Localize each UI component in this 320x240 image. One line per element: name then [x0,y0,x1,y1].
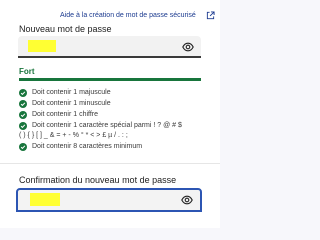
password-strength-bar [19,78,201,81]
password-requirement-text: Doit contenir 1 caractère spécial parmi … [32,122,182,129]
password-requirements-list: Doit contenir 1 majuscule Doit contenir 1… [19,88,214,153]
check-circle-icon [19,111,27,119]
password-help-link-label: Aide à la création de mot de passe sécur… [60,12,196,19]
check-circle-icon [19,143,27,151]
new-password-input[interactable] [18,36,201,58]
show-password-icon[interactable] [182,42,194,52]
check-circle-icon [19,89,27,97]
section-divider [0,163,220,164]
password-requirement-text: Doit contenir 1 majuscule [32,89,111,96]
password-card: Aide à la création de mot de passe sécur… [0,0,220,228]
password-requirement-item: Doit contenir 1 chiffre [19,110,214,120]
new-password-label: Nouveau mot de passe [19,24,112,34]
password-requirement-item: Doit contenir 8 caractères minimum [19,142,214,152]
show-password-icon[interactable] [181,195,193,205]
password-requirement-item: Doit contenir 1 caractère spécial parmi … [19,121,214,141]
password-requirement-item: Doit contenir 1 minuscule [19,99,214,109]
check-circle-icon [19,100,27,108]
password-requirement-text: Doit contenir 8 caractères minimum [32,143,143,150]
password-requirement-text-continuation: ( ) { } [ ] _ & = + - % ° * < > £ µ / . … [19,132,128,139]
password-help-link[interactable]: Aide à la création de mot de passe sécur… [60,11,215,20]
password-requirement-text: Doit contenir 1 minuscule [32,100,111,107]
confirm-password-label: Confirmation du nouveau mot de passe [19,175,177,185]
confirm-password-input[interactable] [16,188,202,212]
check-circle-icon [19,122,27,130]
external-link-icon [206,11,215,20]
redacted-password-value [30,193,60,206]
password-strength-fill [19,78,201,81]
password-requirement-item: Doit contenir 1 majuscule [19,88,214,98]
password-requirement-text: Doit contenir 1 chiffre [32,111,99,118]
redacted-password-value [28,40,56,52]
password-strength-label: Fort [19,67,35,76]
